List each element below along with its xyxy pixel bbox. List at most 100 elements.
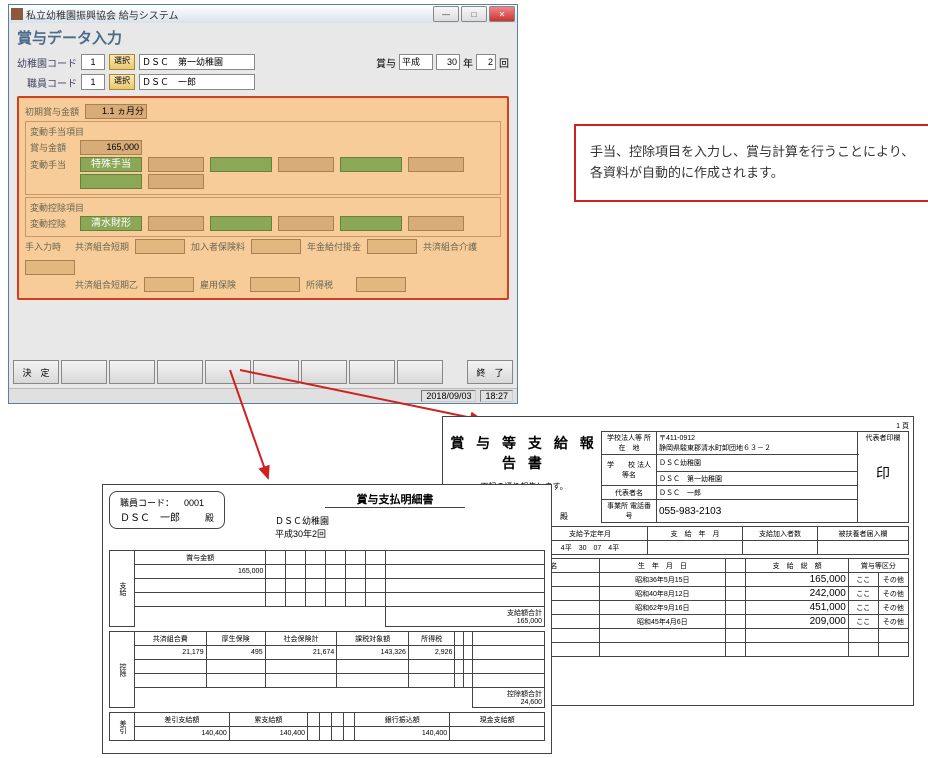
note-line-2: 各資料が自動的に作成されます。 [590,163,916,184]
window-title: 私立幼稚園振興協会 給与システム [26,7,178,22]
doc2-shikyu-ymd-label: 支 給 年 月 [648,527,743,541]
doc2-m: 07 [594,545,602,552]
kojo-field-3[interactable] [408,216,464,231]
doc2-headcount-label: 支給加入者数 [743,527,818,541]
staff-code-input[interactable]: 1 [81,74,105,90]
year-suffix: 年 [463,55,473,70]
statusbar: 2018/09/03 18:27 [9,388,517,403]
staff-name-field[interactable]: ＤＳＣ 一郎 [139,74,255,90]
doc2-addr-label: 学校法人等 所 在 地 [602,432,657,455]
hendo-select-4[interactable] [80,174,142,189]
doc1-sect-shikyu: 支給 [110,551,135,627]
minimize-button[interactable]: — [433,6,459,22]
kyosai-tanki-otsu-label: 共済組合短期乙 [75,278,138,291]
first-bonus-label: 初期賞与金額 [25,105,79,118]
hendo-select-2[interactable] [210,157,272,172]
note-line-1: 手当、控除項目を入力し、賞与計算を行うことにより、 [590,142,916,163]
doc1-shikyu-total: 165,000 [517,618,542,625]
bottom-toolbar: 決 定 終 了 [9,356,517,388]
kojo-field-2[interactable] [278,216,334,231]
bonus-amount-field[interactable]: 165,000 [80,140,142,155]
doc2-addr: 静岡県駿東郡清水町卸団地６３－２ [659,445,771,452]
kojo-select-2[interactable] [210,216,272,231]
kojo-select-3[interactable] [340,216,402,231]
end-button[interactable]: 終 了 [467,360,513,384]
year-field[interactable]: 30 [436,54,460,70]
doc1-staff-box: 職員コード： 0001 ＤＳＣ 一郎 殿 [109,491,225,529]
hendo-field-4[interactable] [148,174,204,189]
doc2-tel-label: 事業所 電話番号 [602,500,657,523]
titlebar: 私立幼稚園振興協会 給与システム — □ ✕ [9,5,517,23]
status-time: 18:27 [480,390,513,402]
close-button[interactable]: ✕ [489,6,515,22]
koyo-field[interactable] [250,277,300,292]
kyosai-tanki-otsu-field[interactable] [144,277,194,292]
btn-f2[interactable] [61,360,107,384]
variable-allowance-group: 変動手当項目 賞与金額 165,000 変動手当 特殊手当 [25,121,501,195]
doc1-sect-diff: 差引 [110,713,135,741]
btn-f4[interactable] [157,360,203,384]
decide-button[interactable]: 決 定 [13,360,59,384]
doc1-period: 平成30年2回 [275,527,545,540]
doc1-bank: 140,400 [355,727,450,741]
kyosai-tanki-field[interactable] [135,239,185,254]
btn-f3[interactable] [109,360,155,384]
nenkin-label: 年金給付掛金 [307,240,361,253]
doc1-staffcode: 0001 [184,498,204,508]
doc1-org: ＤＳＣ幼稚園 [275,514,545,527]
kinder-code-input[interactable]: 1 [81,54,105,70]
special-allowance-select[interactable]: 特殊手当 [80,157,142,172]
kinder-name-field[interactable]: ＤＳＣ 第一幼稚園 [139,54,255,70]
staff-select-button[interactable]: 選択 [109,74,135,90]
kinder-select-button[interactable]: 選択 [109,54,135,70]
hendo-field-1[interactable] [148,157,204,172]
era-field[interactable]: 平成 [399,54,433,70]
btn-f5[interactable] [205,360,251,384]
btn-f6[interactable] [253,360,299,384]
doc1-kojo-table: 控除 共済組合費厚生保険社会保険計課税対象額所得税 21,17949521,67… [109,631,545,708]
doc2-col-birth: 生 年 月 日 [599,559,725,573]
shotoku-field[interactable] [356,277,406,292]
doc2-gakko2: ＤＳＣ 第一幼稚園 [657,472,858,486]
doc2-daihyo: ＤＳＣ 一郎 [657,486,858,500]
variable-allowance-label: 変動手当項目 [30,125,496,138]
app-icon [11,8,23,20]
doc2-y: 30 [579,545,587,552]
first-bonus-value: 1.1 ヵ月分 [85,104,147,119]
payment-slip-doc: 職員コード： 0001 ＤＳＣ 一郎 殿 賞与支払明細書 ＤＳＣ幼稚園 平成30… [102,484,552,754]
maximize-button[interactable]: □ [461,6,487,22]
shotoku-label: 所得税 [306,278,350,291]
doc2-daihyo-label: 代表者名 [602,486,657,500]
app-window: 私立幼稚園振興協会 給与システム — □ ✕ 賞与データ入力 幼稚園コード 1 … [8,4,518,404]
header-row-1: 幼稚園コード 1 選択 ＤＳＣ 第一幼稚園 賞与 平成 30 年 2 回 [9,52,517,72]
doc1-dono: 殿 [205,513,214,523]
kojo-field-1[interactable] [148,216,204,231]
hendo-kojo-label: 変動控除 [30,217,74,230]
count-field[interactable]: 2 [476,54,496,70]
bonus-label: 賞与 [376,55,396,70]
kanyusha-label: 加入者保険料 [191,240,245,253]
doc2-col-total: 支 給 総 額 [746,559,848,573]
seisui-select[interactable]: 清水財形 [80,216,142,231]
hendo-select-3[interactable] [340,157,402,172]
variable-deduction-group: 変動控除項目 変動控除 清水財形 [25,197,501,237]
status-date: 2018/09/03 [421,390,476,402]
kyosai-kaigo-label: 共済組合介護 [423,240,477,253]
doc2-seal-label: 代表者印欄 [860,433,906,443]
doc1-shikyu-table: 支給 賞与金額 165,000 支給額合計165,000 [109,550,545,627]
btn-f9[interactable] [397,360,443,384]
bonus-data-panel: 初期賞与金額 1.1 ヵ月分 変動手当項目 賞与金額 165,000 変動手当 … [17,96,509,300]
doc1-cash-label: 現金支給額 [450,713,545,727]
hendo-field-3[interactable] [408,157,464,172]
kyosai-kaigo-field[interactable] [25,260,75,275]
doc1-diff-table: 差引 差引支給額累支給額銀行振込額現金支給額 140,400140,400140… [109,712,545,741]
kanyusha-field[interactable] [251,239,301,254]
doc1-sect-kojo: 控除 [110,632,135,708]
nenkin-field[interactable] [367,239,417,254]
btn-f8[interactable] [349,360,395,384]
doc2-title: 賞 与 等 支 給 報 告 書 [449,433,599,473]
doc1-kojo-total: 24,600 [521,699,542,706]
hendo-field-2[interactable] [278,157,334,172]
btn-f7[interactable] [301,360,347,384]
koyo-label: 雇用保険 [200,278,244,291]
